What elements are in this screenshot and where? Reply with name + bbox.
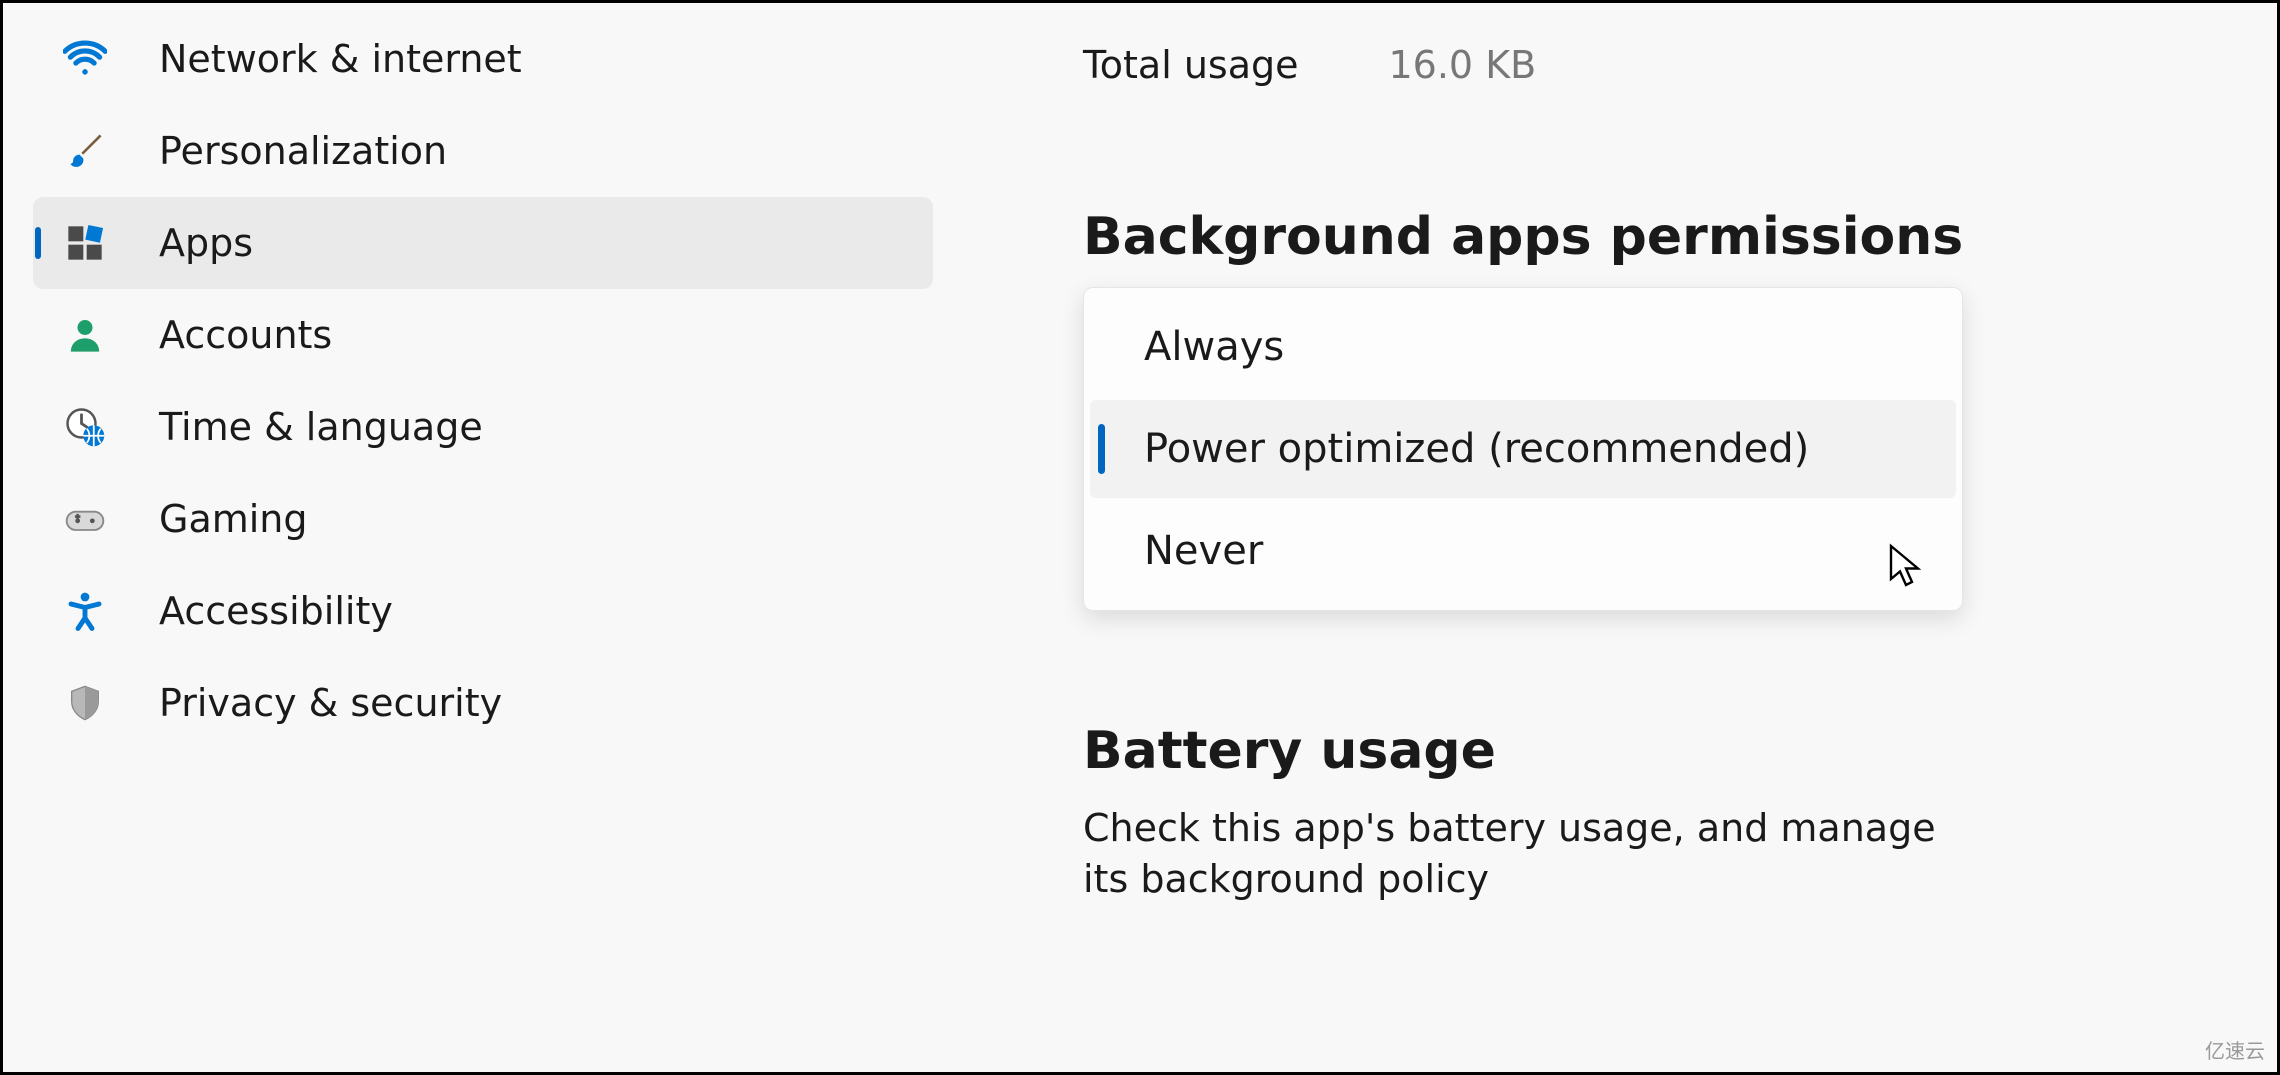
sidebar-item-network[interactable]: Network & internet bbox=[33, 13, 933, 105]
battery-usage-description: Check this app's battery usage, and mana… bbox=[1083, 803, 1963, 906]
dropdown-option-never[interactable]: Never bbox=[1090, 502, 1956, 600]
dropdown-option-label: Power optimized (recommended) bbox=[1144, 426, 1809, 472]
background-permissions-title: Background apps permissions bbox=[1083, 207, 2277, 267]
sidebar-item-label: Personalization bbox=[159, 129, 447, 173]
apps-icon bbox=[63, 221, 107, 265]
sidebar-item-apps[interactable]: Apps bbox=[33, 197, 933, 289]
dropdown-option-always[interactable]: Always bbox=[1090, 298, 1956, 396]
sidebar-item-label: Accounts bbox=[159, 313, 332, 357]
settings-main-content: Total usage 16.0 KB Background apps perm… bbox=[963, 3, 2277, 1072]
sidebar-item-label: Accessibility bbox=[159, 589, 393, 633]
sidebar-item-accounts[interactable]: Accounts bbox=[33, 289, 933, 381]
total-usage-label: Total usage bbox=[1083, 43, 1299, 87]
shield-icon bbox=[63, 681, 107, 725]
watermark-text: 亿速云 bbox=[2205, 1035, 2265, 1064]
accessibility-icon bbox=[63, 589, 107, 633]
sidebar-item-label: Network & internet bbox=[159, 37, 522, 81]
sidebar-item-accessibility[interactable]: Accessibility bbox=[33, 565, 933, 657]
sidebar-item-label: Gaming bbox=[159, 497, 308, 541]
dropdown-option-power-optimized[interactable]: Power optimized (recommended) bbox=[1090, 400, 1956, 498]
paintbrush-icon bbox=[63, 129, 107, 173]
battery-usage-title: Battery usage bbox=[1083, 721, 2277, 781]
sidebar-item-label: Apps bbox=[159, 221, 253, 265]
background-permissions-dropdown[interactable]: Always Power optimized (recommended) Nev… bbox=[1083, 287, 1963, 611]
total-usage-value: 16.0 KB bbox=[1389, 43, 1537, 87]
sidebar-item-label: Time & language bbox=[159, 405, 483, 449]
dropdown-option-label: Never bbox=[1144, 528, 1263, 574]
wifi-icon bbox=[63, 37, 107, 81]
sidebar-item-personalization[interactable]: Personalization bbox=[33, 105, 933, 197]
clock-globe-icon bbox=[63, 405, 107, 449]
sidebar-item-gaming[interactable]: Gaming bbox=[33, 473, 933, 565]
gamepad-icon bbox=[63, 497, 107, 541]
sidebar-item-time-language[interactable]: Time & language bbox=[33, 381, 933, 473]
sidebar-item-label: Privacy & security bbox=[159, 681, 502, 725]
sidebar-item-privacy-security[interactable]: Privacy & security bbox=[33, 657, 933, 749]
dropdown-option-label: Always bbox=[1144, 324, 1284, 370]
settings-sidebar: Network & internet Personalization A bbox=[3, 3, 963, 1072]
total-usage-row: Total usage 16.0 KB bbox=[1083, 3, 2277, 87]
person-icon bbox=[63, 313, 107, 357]
